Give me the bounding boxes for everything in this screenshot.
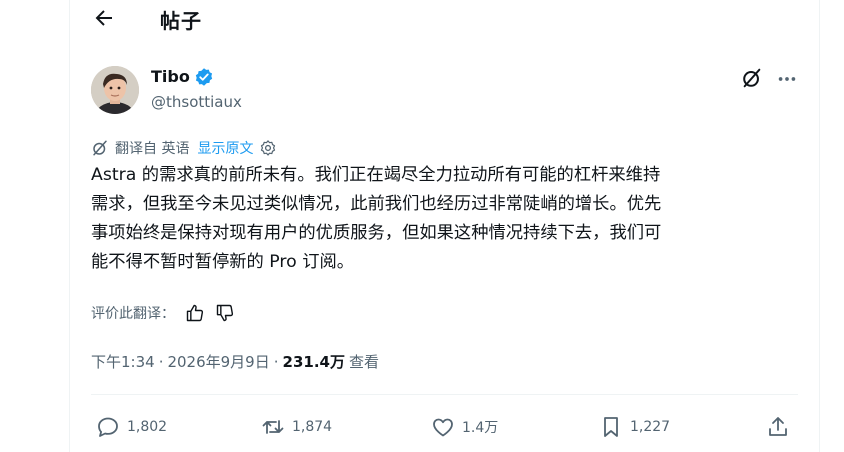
rate-translation-row: 评价此翻译： (91, 301, 235, 325)
translate-icon (93, 140, 107, 156)
author-name[interactable]: Tibo (151, 67, 190, 86)
grok-icon[interactable] (741, 67, 763, 89)
bookmark-icon (604, 417, 618, 437)
meta-separator: · (158, 352, 164, 371)
post-column: 帖子 Tibo @thsottiaux 翻译自 英语 显示原文 Astra 的需… (69, 0, 820, 452)
share-button[interactable] (766, 414, 797, 440)
top-bar: 帖子 (70, 0, 819, 38)
post-time[interactable]: 下午1:34 (91, 351, 155, 372)
translation-row: 翻译自 英语 显示原文 (91, 137, 277, 159)
translation-label: 翻译自 英语 (115, 141, 190, 157)
views-label: 查看 (348, 353, 379, 371)
repost-count: 1,874 (292, 419, 333, 435)
page-title: 帖子 (160, 9, 202, 33)
share-icon (769, 417, 787, 436)
divider (91, 394, 798, 395)
reply-button[interactable]: 1,802 (96, 414, 167, 440)
view-count: 231.4万 (282, 353, 345, 371)
thumbs-down-icon[interactable] (215, 303, 235, 323)
author-handle[interactable]: @thsottiaux (151, 93, 242, 111)
reply-count: 1,802 (127, 419, 168, 435)
post-date[interactable]: 2026年9月9日 (167, 351, 269, 372)
show-original-link[interactable]: 显示原文 (197, 138, 253, 158)
arrow-left-icon[interactable] (92, 6, 116, 30)
post-text: Astra 的需求真的前所未有。我们正在竭尽全力拉动所有可能的杠杆来维持 需求，… (91, 165, 662, 272)
thumbs-up-icon[interactable] (185, 303, 205, 323)
bookmark-button[interactable]: 1,227 (599, 414, 670, 440)
bookmark-count: 1,227 (630, 419, 671, 435)
rate-translation-label: 评价此翻译： (91, 306, 175, 322)
verified-badge-icon (195, 68, 213, 86)
meta-separator: · (273, 352, 279, 371)
avatar[interactable] (91, 66, 139, 114)
like-count: 1.4万 (462, 420, 499, 436)
post-meta: 下午1:34 · 2026年9月9日 · 231.4万 查看 (91, 351, 379, 372)
reply-icon (98, 417, 118, 437)
like-button[interactable]: 1.4万 (431, 414, 498, 440)
gear-icon[interactable] (259, 139, 277, 157)
repost-button[interactable]: 1,874 (261, 414, 332, 440)
more-icon[interactable] (776, 68, 798, 90)
repost-icon (262, 420, 284, 434)
like-icon (433, 418, 453, 437)
